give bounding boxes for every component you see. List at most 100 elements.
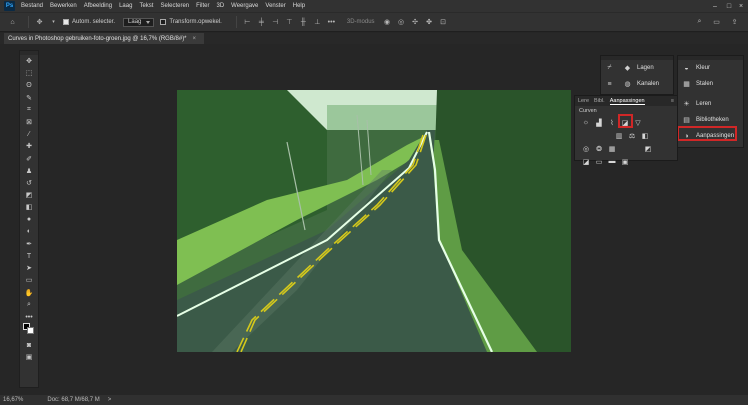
channel-mixer-icon[interactable]: ❂ bbox=[594, 144, 604, 153]
photo-filter-icon[interactable]: ◎ bbox=[581, 144, 591, 153]
gradient-tool-icon[interactable]: ◧ bbox=[20, 201, 38, 213]
quick-mask-icon[interactable]: ◙ bbox=[20, 339, 38, 351]
move-tool-icon[interactable]: ✥ bbox=[35, 18, 44, 27]
menu-weergave[interactable]: Weergave bbox=[231, 3, 258, 9]
invert-icon[interactable]: ◩ bbox=[643, 144, 653, 153]
canvas-image-road[interactable] bbox=[177, 90, 571, 352]
document-tab[interactable]: Curves in Photoshop gebruiken-foto-groen… bbox=[4, 33, 205, 44]
tab-learn[interactable]: Lere bbox=[578, 98, 589, 104]
transform-option[interactable]: Transform.opwekel. bbox=[160, 19, 222, 25]
color-icon: ◒ bbox=[684, 64, 689, 72]
pen-tool-icon[interactable]: ✒ bbox=[20, 238, 38, 250]
workspace-icon[interactable]: ▭ bbox=[712, 18, 721, 27]
3d-rotate-icon[interactable]: ◉ bbox=[383, 18, 392, 27]
levels-icon[interactable]: ▟ bbox=[594, 118, 604, 127]
more-options-icon[interactable]: ••• bbox=[327, 18, 336, 27]
clone-source-icon[interactable]: ≡ bbox=[605, 80, 614, 89]
color-swatches[interactable] bbox=[20, 323, 38, 339]
quick-select-tool-icon[interactable]: ✎ bbox=[20, 92, 38, 104]
align-right-icon[interactable]: ⊣ bbox=[271, 18, 280, 27]
align-middle-icon[interactable]: ╫ bbox=[299, 18, 308, 27]
align-top-icon[interactable]: ⊤ bbox=[285, 18, 294, 27]
clone-stamp-tool-icon[interactable]: ♟ bbox=[20, 165, 38, 177]
type-tool-icon[interactable]: T bbox=[20, 250, 38, 262]
panel-item-swatches[interactable]: ▦ Stalen bbox=[678, 76, 743, 92]
menu-bewerken[interactable]: Bewerken bbox=[50, 3, 77, 9]
panel-menu-icon[interactable]: ≡ bbox=[671, 98, 674, 104]
crop-tool-icon[interactable]: ⌗ bbox=[20, 104, 38, 116]
3d-scale-icon[interactable]: ⊡ bbox=[439, 18, 448, 27]
panel-item-channels[interactable]: ≡ ◍ Kanalen bbox=[601, 76, 673, 92]
close-window-icon[interactable]: × bbox=[734, 0, 748, 12]
align-bottom-icon[interactable]: ⊥ bbox=[313, 18, 322, 27]
brush-settings-icon[interactable]: ⌿ bbox=[605, 64, 614, 73]
move-tool-icon[interactable]: ✥ bbox=[20, 55, 38, 67]
threshold-icon[interactable]: ▭ bbox=[594, 157, 604, 166]
3d-pan-icon[interactable]: ✣ bbox=[411, 18, 420, 27]
menu-afbeelding[interactable]: Afbeelding bbox=[84, 3, 112, 9]
home-icon[interactable]: ⌂ bbox=[8, 18, 17, 27]
curves-icon[interactable]: ⌇ bbox=[607, 118, 617, 127]
menu-help[interactable]: Help bbox=[293, 3, 305, 9]
align-left-icon[interactable]: ⊢ bbox=[243, 18, 252, 27]
dodge-tool-icon[interactable]: ◐ bbox=[20, 226, 38, 238]
eyedropper-tool-icon[interactable]: ⁄ bbox=[20, 128, 38, 140]
menu-filter[interactable]: Filter bbox=[196, 3, 209, 9]
status-menu-arrow[interactable]: > bbox=[108, 397, 112, 403]
tools-panel: ✥ ⬚ ʘ ✎ ⌗ ⊠ ⁄ ✚ ✐ ♟ ↺ ◩ ◧ ● ◐ ✒ T ➤ ▭ ✋ … bbox=[19, 50, 39, 388]
adjustments-panel-tabs: Lere Bibl. Aanpassingen ≡ bbox=[575, 96, 677, 106]
hand-tool-icon[interactable]: ✋ bbox=[20, 287, 38, 299]
auto-select-checkbox[interactable] bbox=[63, 19, 69, 25]
tab-adjustments[interactable]: Aanpassingen bbox=[609, 98, 645, 105]
marquee-tool-icon[interactable]: ⬚ bbox=[20, 67, 38, 79]
path-selection-tool-icon[interactable]: ➤ bbox=[20, 262, 38, 274]
vibrance-icon[interactable]: ▽ bbox=[633, 118, 643, 127]
brush-tool-icon[interactable]: ✐ bbox=[20, 153, 38, 165]
history-brush-tool-icon[interactable]: ↺ bbox=[20, 177, 38, 189]
hue-saturation-icon[interactable]: ▥ bbox=[614, 131, 624, 140]
zoom-level[interactable]: 16,67% bbox=[3, 397, 23, 403]
healing-brush-tool-icon[interactable]: ✚ bbox=[20, 140, 38, 152]
menu-venster[interactable]: Venster bbox=[265, 3, 285, 9]
panel-item-layers[interactable]: ⌿ ◆ Lagen bbox=[601, 60, 673, 76]
panel-item-learn[interactable]: ☀ Leren bbox=[678, 96, 743, 112]
edit-toolbar-icon[interactable]: ••• bbox=[20, 311, 38, 323]
black-white-icon[interactable]: ◧ bbox=[640, 131, 650, 140]
color-balance-icon[interactable]: ⚖ bbox=[627, 131, 637, 140]
layer-select-dropdown[interactable]: Laag bbox=[123, 17, 155, 27]
libraries-icon: ▤ bbox=[683, 117, 690, 124]
color-lookup-icon[interactable]: ▦ bbox=[607, 144, 617, 153]
posterize-icon[interactable]: ◪ bbox=[581, 157, 591, 166]
screen-mode-icon[interactable]: ▣ bbox=[20, 351, 38, 363]
menu-laag[interactable]: Laag bbox=[119, 3, 132, 9]
3d-roll-icon[interactable]: ◎ bbox=[397, 18, 406, 27]
panel-item-color[interactable]: ◒ Kleur bbox=[678, 60, 743, 76]
chevron-down-icon[interactable]: ▾ bbox=[49, 18, 58, 27]
frame-tool-icon[interactable]: ⊠ bbox=[20, 116, 38, 128]
brightness-contrast-icon[interactable]: ☼ bbox=[581, 118, 591, 127]
menu-tekst[interactable]: Tekst bbox=[139, 3, 153, 9]
menu-3d[interactable]: 3D bbox=[216, 3, 224, 9]
background-color-swatch[interactable] bbox=[27, 327, 34, 335]
blur-tool-icon[interactable]: ● bbox=[20, 213, 38, 225]
tab-libraries[interactable]: Bibl. bbox=[594, 98, 605, 104]
auto-select-label: Autom. selecter. bbox=[72, 19, 116, 25]
transform-checkbox[interactable] bbox=[160, 19, 167, 25]
minimize-icon[interactable]: – bbox=[708, 0, 722, 12]
share-icon[interactable]: ⇪ bbox=[730, 18, 739, 27]
auto-select-option[interactable]: Autom. selecter. bbox=[63, 19, 115, 25]
menu-selecteren[interactable]: Selecteren bbox=[160, 3, 189, 9]
eraser-tool-icon[interactable]: ◩ bbox=[20, 189, 38, 201]
search-icon[interactable]: ⌕ bbox=[695, 18, 704, 27]
close-tab-icon[interactable]: × bbox=[193, 36, 197, 42]
menu-bestand[interactable]: Bestand bbox=[21, 3, 43, 9]
align-center-icon[interactable]: ╪ bbox=[257, 18, 266, 27]
lasso-tool-icon[interactable]: ʘ bbox=[20, 79, 38, 91]
gradient-map-icon[interactable]: ▬ bbox=[607, 157, 617, 166]
3d-slide-icon[interactable]: ✤ bbox=[425, 18, 434, 27]
zoom-tool-icon[interactable]: ⌕ bbox=[20, 299, 38, 311]
document-tab-title: Curves in Photoshop gebruiken-foto-groen… bbox=[8, 35, 187, 42]
selective-color-icon[interactable]: ▣ bbox=[620, 157, 630, 166]
rectangle-tool-icon[interactable]: ▭ bbox=[20, 274, 38, 286]
lightbulb-icon: ☀ bbox=[683, 101, 690, 108]
